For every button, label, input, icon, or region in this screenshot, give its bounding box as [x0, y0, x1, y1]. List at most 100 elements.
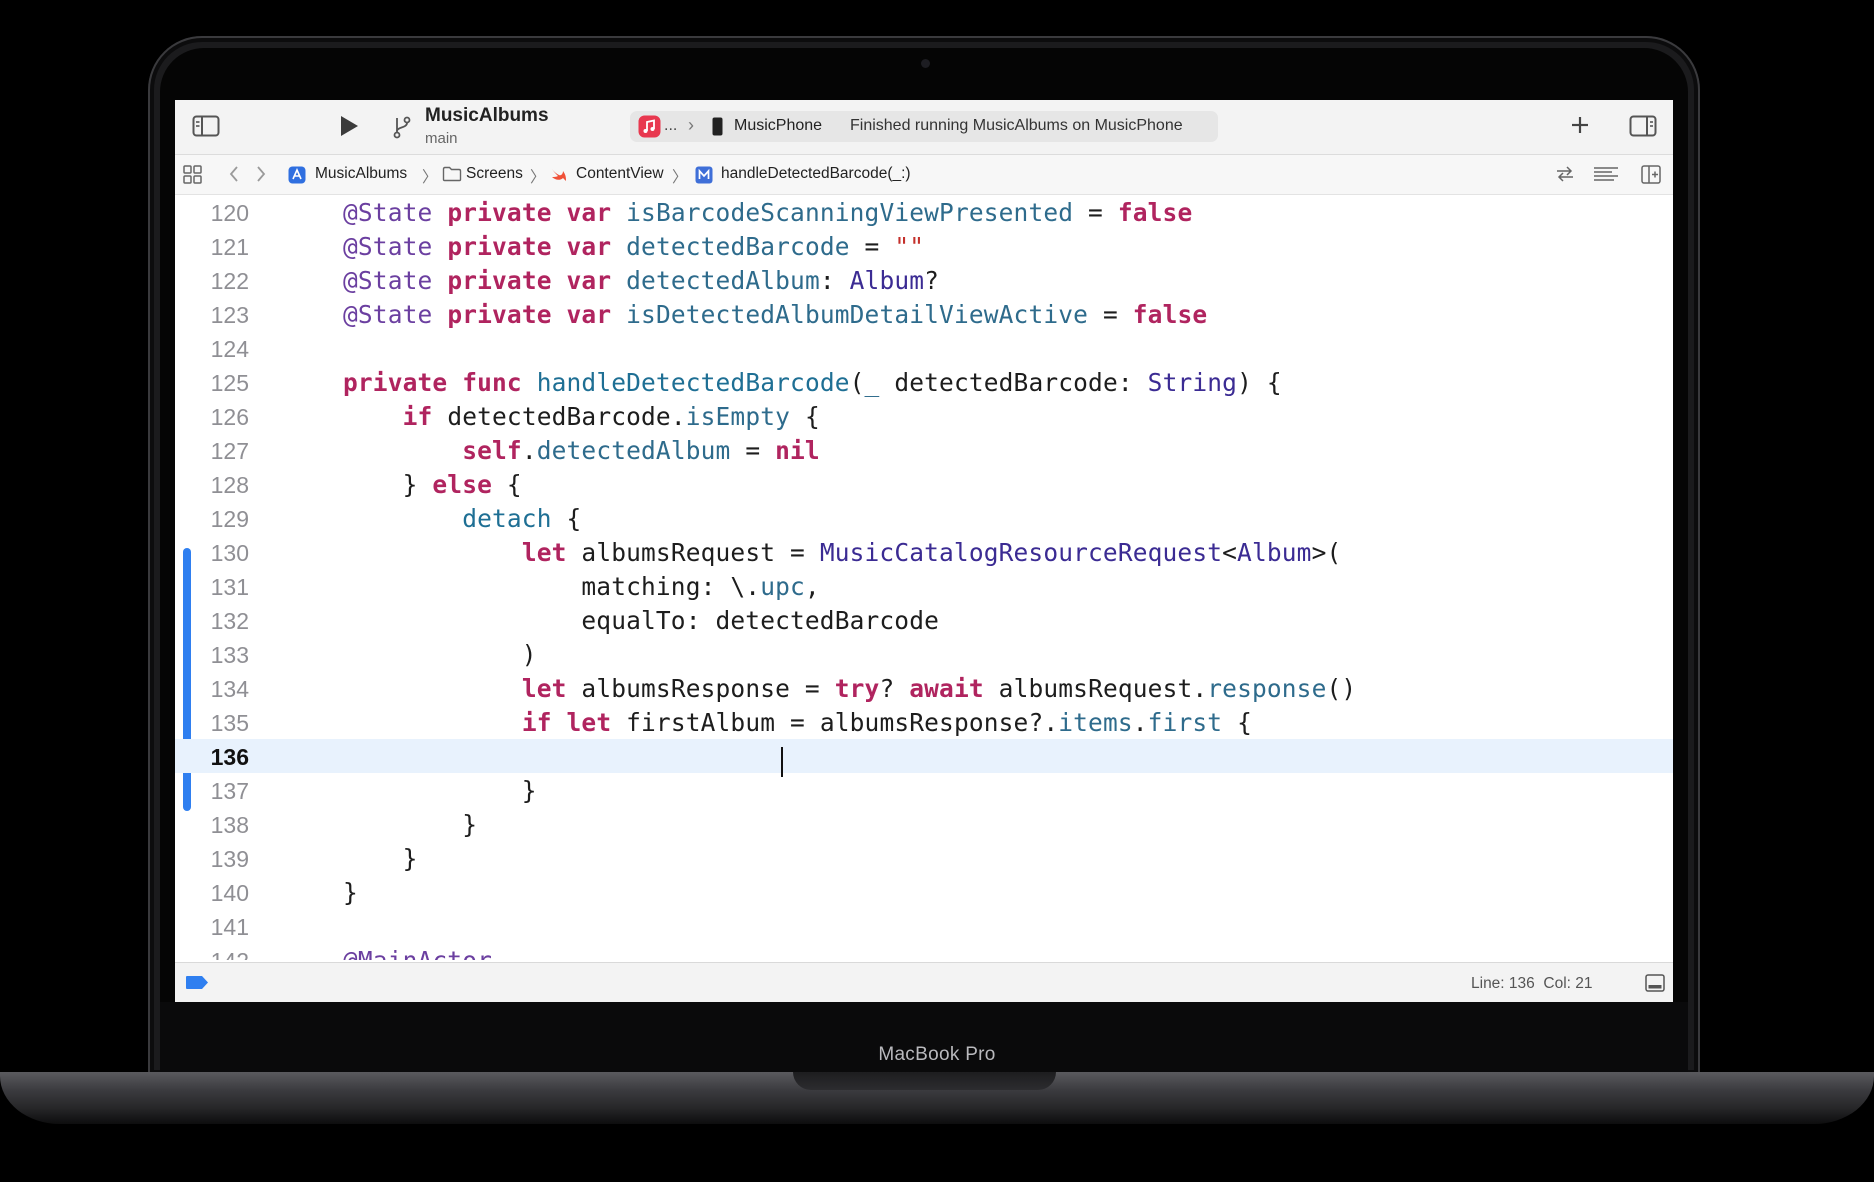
grid-icon[interactable] [183, 165, 203, 189]
code-line: 128 } else { [175, 467, 1673, 501]
line-number: 139 [210, 846, 249, 872]
jump-bar: MusicAlbums 〉 Screens 〉 ContentView 〉 ha… [175, 155, 1673, 195]
line-number: 125 [210, 370, 249, 396]
activity-status: Finished running MusicAlbums on MusicPho… [850, 117, 1183, 134]
camera [921, 59, 930, 68]
line-number: 129 [210, 506, 249, 532]
swift-file-icon [550, 166, 568, 189]
folder-icon [442, 166, 462, 187]
line-number: 130 [210, 540, 249, 566]
chevron-right-icon: 〉 [530, 169, 546, 186]
code-line: 135 if let firstAlbum = albumsResponse?.… [175, 705, 1673, 739]
line-number: 120 [210, 200, 249, 226]
line-number: 127 [210, 438, 249, 464]
code-text: } [343, 776, 537, 805]
sidebar-toggle-icon[interactable] [192, 115, 220, 142]
code-text: @State private var isDetectedAlbumDetail… [343, 300, 1208, 329]
toolbar: MusicAlbums main ... › MusicPhone Finish… [175, 100, 1673, 155]
code-text: @State private var detectedAlbum: Album? [343, 266, 940, 295]
code-line: 141 [175, 909, 1673, 943]
code-text: } [343, 878, 358, 907]
line-number: 141 [210, 914, 249, 940]
related-items-icon[interactable] [1555, 165, 1575, 188]
editor-options-icon[interactable] [1593, 166, 1619, 187]
code-line: 125 private func handleDetectedBarcode(_… [175, 365, 1673, 399]
current-code-line[interactable]: 136 [175, 739, 1673, 773]
code-text: ) [343, 640, 537, 669]
branch-icon [392, 115, 412, 144]
code-line: 126 if detectedBarcode.isEmpty { [175, 399, 1673, 433]
code-line: 121 @State private var detectedBarcode =… [175, 229, 1673, 263]
code-text: } else { [343, 470, 522, 499]
line-number: 128 [210, 472, 249, 498]
line-number: 126 [210, 404, 249, 430]
music-app-icon[interactable] [638, 115, 661, 143]
run-icon[interactable] [338, 114, 360, 143]
app-icon [288, 166, 306, 189]
breadcrumb-file[interactable]: ContentView [576, 165, 664, 183]
code-text: if let firstAlbum = albumsResponse?.item… [521, 708, 1252, 737]
laptop-notch [793, 1072, 1056, 1090]
line-number: 137 [210, 778, 249, 804]
chevron-right-icon: 〉 [422, 169, 438, 186]
code-text: matching: \.upc, [343, 572, 820, 601]
code-line: 137 } [175, 773, 1673, 807]
line-number: 134 [210, 676, 249, 702]
xcode-window: MusicAlbums main ... › MusicPhone Finish… [175, 100, 1673, 1002]
code-text: if detectedBarcode.isEmpty { [402, 402, 820, 431]
code-line: 140 } [175, 875, 1673, 909]
breadcrumb-symbol[interactable]: handleDetectedBarcode(_:) [721, 165, 911, 183]
line-number: 136 [210, 744, 249, 770]
code-line: 124 [175, 331, 1673, 365]
code-text: @State private var isBarcodeScanningView… [343, 198, 1193, 227]
code-line: 138 } [175, 807, 1673, 841]
code-line: 120 @State private var isBarcodeScanning… [175, 195, 1673, 229]
inspector-toggle-icon[interactable] [1629, 115, 1657, 142]
chevron-right-icon: 〉 [672, 169, 688, 186]
source-editor[interactable]: 120 @State private var isBarcodeScanning… [175, 195, 1673, 960]
code-line: 130 let albumsRequest = MusicCatalogReso… [175, 535, 1673, 569]
iphone-icon [712, 117, 723, 141]
run-destination[interactable]: MusicPhone [734, 117, 822, 135]
device-brand-label: MacBook Pro [878, 1044, 996, 1065]
line-number: 121 [210, 234, 249, 260]
code-line: 132 equalTo: detectedBarcode [175, 603, 1673, 637]
code-text: detach { [462, 504, 582, 533]
line-number: 123 [210, 302, 249, 328]
scheme-more[interactable]: ... [664, 117, 677, 135]
code-line: 142 @MainActor [175, 943, 1673, 960]
activity-viewer[interactable]: ... › MusicPhone Finished running MusicA… [630, 111, 1218, 142]
line-number: 138 [210, 812, 249, 838]
code-line: 139 } [175, 841, 1673, 875]
code-text: self.detectedAlbum = nil [462, 436, 820, 465]
project-name[interactable]: MusicAlbums [425, 105, 549, 127]
code-text: equalTo: detectedBarcode [343, 606, 940, 635]
debug-area-toggle-icon[interactable] [1645, 974, 1665, 997]
code-line: 134 let albumsResponse = try? await albu… [175, 671, 1673, 705]
branch-name: main [425, 130, 458, 147]
code-line: 129 detach { [175, 501, 1673, 535]
line-number: 133 [210, 642, 249, 668]
text-cursor [781, 747, 783, 777]
code-text: private func handleDetectedBarcode(_ det… [343, 368, 1282, 397]
code-text: let albumsRequest = MusicCatalogResource… [521, 538, 1342, 567]
breadcrumb-folder[interactable]: Screens [466, 165, 523, 183]
chevron-right-icon: › [688, 115, 694, 135]
code-line: 122 @State private var detectedAlbum: Al… [175, 263, 1673, 297]
code-line: 133 ) [175, 637, 1673, 671]
line-number: 132 [210, 608, 249, 634]
forward-icon[interactable] [255, 165, 267, 188]
back-icon[interactable] [228, 165, 240, 188]
breadcrumb-project[interactable]: MusicAlbums [315, 165, 407, 183]
add-icon[interactable] [1569, 114, 1591, 141]
line-number: 135 [210, 710, 249, 736]
code-text: } [343, 844, 418, 873]
split-editor-icon[interactable] [1641, 165, 1661, 189]
line-number: 124 [210, 336, 249, 362]
breakpoints-toggle-icon[interactable] [185, 975, 209, 995]
code-text: @MainActor [343, 946, 492, 960]
code-line: 123 @State private var isDetectedAlbumDe… [175, 297, 1673, 331]
code-line: 131 matching: \.upc, [175, 569, 1673, 603]
cursor-position: Line: 136 Col: 21 [1471, 975, 1593, 992]
code-line: 127 self.detectedAlbum = nil [175, 433, 1673, 467]
